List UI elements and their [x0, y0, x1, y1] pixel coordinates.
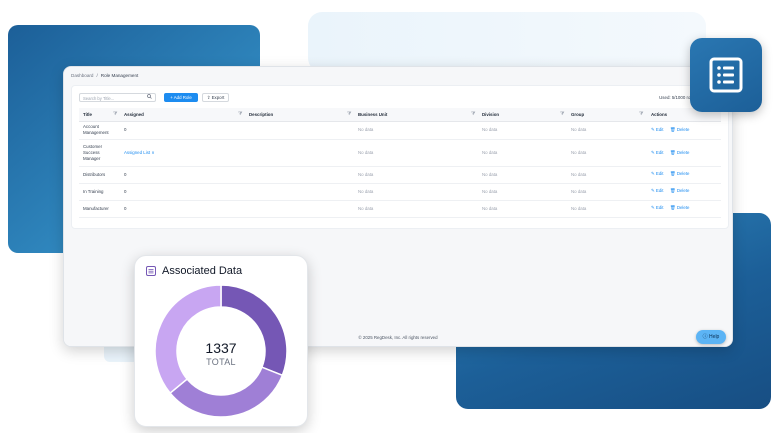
export-button[interactable]: ⇪ Export [202, 93, 229, 102]
edit-icon: ✎ [651, 205, 655, 210]
table-row: Customer Success Manager Assigned List ∨ N… [79, 140, 721, 167]
roles-panel: Search by Title... + Add Role ⇪ Export U… [71, 85, 729, 229]
header-group[interactable]: Group [571, 108, 584, 121]
delete-icon: 🗑 [670, 171, 676, 176]
edit-icon: ✎ [651, 188, 655, 193]
header-title[interactable]: Title [83, 108, 92, 121]
cell-division: No data [482, 172, 498, 177]
filter-icon[interactable]: ⧩ [347, 108, 351, 121]
delete-button[interactable]: 🗑 Delete [670, 205, 690, 211]
filter-icon[interactable]: ⧩ [113, 108, 117, 121]
cell-assigned: 0 [124, 127, 127, 132]
cell-title: Customer Success Manager [83, 144, 103, 161]
delete-button[interactable]: 🗑 Delete [670, 188, 690, 194]
cell-title: Account Management [83, 124, 109, 135]
delete-icon: 🗑 [670, 127, 676, 132]
total-label: TOTAL [206, 357, 236, 367]
cell-assigned: 0 [124, 189, 127, 194]
cell-title: In Training [83, 189, 104, 194]
help-label: Help [709, 334, 720, 340]
filter-icon[interactable]: ⧩ [639, 108, 643, 121]
list-icon [709, 57, 743, 93]
help-icon: ⓘ [702, 334, 708, 340]
cell-division: No data [482, 127, 498, 132]
breadcrumb-dashboard[interactable]: Dashboard [71, 73, 93, 78]
cell-business-unit: No data [358, 189, 374, 194]
export-label: Export [211, 95, 225, 100]
cell-business-unit: No data [358, 150, 374, 155]
edit-button[interactable]: ✎ Edit [651, 205, 664, 211]
cell-business-unit: No data [358, 127, 374, 132]
edit-icon: ✎ [651, 127, 655, 132]
edit-icon: ✎ [651, 150, 655, 155]
edit-button[interactable]: ✎ Edit [651, 127, 664, 133]
edit-button[interactable]: ✎ Edit [651, 150, 664, 156]
breadcrumb: Dashboard / Role Management [71, 73, 138, 78]
help-button[interactable]: ⓘ Help [696, 330, 726, 344]
edit-icon: ✎ [651, 171, 655, 176]
delete-icon: 🗑 [670, 205, 676, 210]
edit-button[interactable]: ✎ Edit [651, 171, 664, 177]
cell-business-unit: No data [358, 206, 374, 211]
header-division[interactable]: Division [482, 108, 499, 121]
cell-group: No data [571, 206, 587, 211]
search-placeholder: Search by Title... [83, 96, 115, 101]
table-row: Manufacturer 0 No data No data No data ✎… [79, 201, 721, 218]
cell-group: No data [571, 172, 587, 177]
associated-data-card: Associated Data 1337 TOTAL [134, 255, 308, 427]
cell-group: No data [571, 150, 587, 155]
header-assigned[interactable]: Assigned [124, 108, 144, 121]
total-value: 1337 [205, 340, 237, 356]
cell-assigned: 0 [124, 172, 127, 177]
table-row: Account Management 0 No data No data No d… [79, 122, 721, 140]
cell-business-unit: No data [358, 172, 374, 177]
header-business-unit[interactable]: Business Unit [358, 108, 387, 121]
cell-group: No data [571, 127, 587, 132]
cell-division: No data [482, 206, 498, 211]
cell-title: Distributors [83, 172, 106, 177]
assigned-list-dropdown[interactable]: Assigned List ∨ [124, 150, 155, 156]
search-input[interactable]: Search by Title... [79, 93, 156, 102]
delete-button[interactable]: 🗑 Delete [670, 171, 690, 177]
search-icon[interactable] [147, 94, 152, 103]
edit-button[interactable]: ✎ Edit [651, 188, 664, 194]
add-role-button[interactable]: + Add Role [164, 93, 198, 102]
table-row: Distributors 0 No data No data No data ✎… [79, 167, 721, 184]
table-header: Title ⧩ Assigned ⧩ Description ⧩ Busines… [79, 108, 721, 122]
header-actions: Actions [651, 112, 668, 117]
delete-icon: 🗑 [670, 150, 676, 155]
cell-title: Manufacturer [83, 206, 109, 211]
filter-icon[interactable]: ⧩ [238, 108, 242, 121]
roles-table: Title ⧩ Assigned ⧩ Description ⧩ Busines… [79, 108, 721, 218]
cell-assigned: 0 [124, 206, 127, 211]
delete-button[interactable]: 🗑 Delete [670, 150, 690, 156]
list-icon-card [690, 38, 762, 112]
delete-button[interactable]: 🗑 Delete [670, 127, 690, 133]
cell-group: No data [571, 189, 587, 194]
header-description[interactable]: Description [249, 108, 273, 121]
table-row: In Training 0 No data No data No data ✎ … [79, 184, 721, 201]
filter-icon[interactable]: ⧩ [471, 108, 475, 121]
delete-icon: 🗑 [670, 188, 676, 193]
background-shape-light [308, 12, 706, 72]
cell-division: No data [482, 150, 498, 155]
filter-icon[interactable]: ⧩ [560, 108, 564, 121]
cell-division: No data [482, 189, 498, 194]
export-icon: ⇪ [206, 95, 211, 100]
donut-segment[interactable] [169, 366, 284, 418]
breadcrumb-separator: / [96, 73, 98, 78]
breadcrumb-current: Role Management [100, 73, 139, 78]
